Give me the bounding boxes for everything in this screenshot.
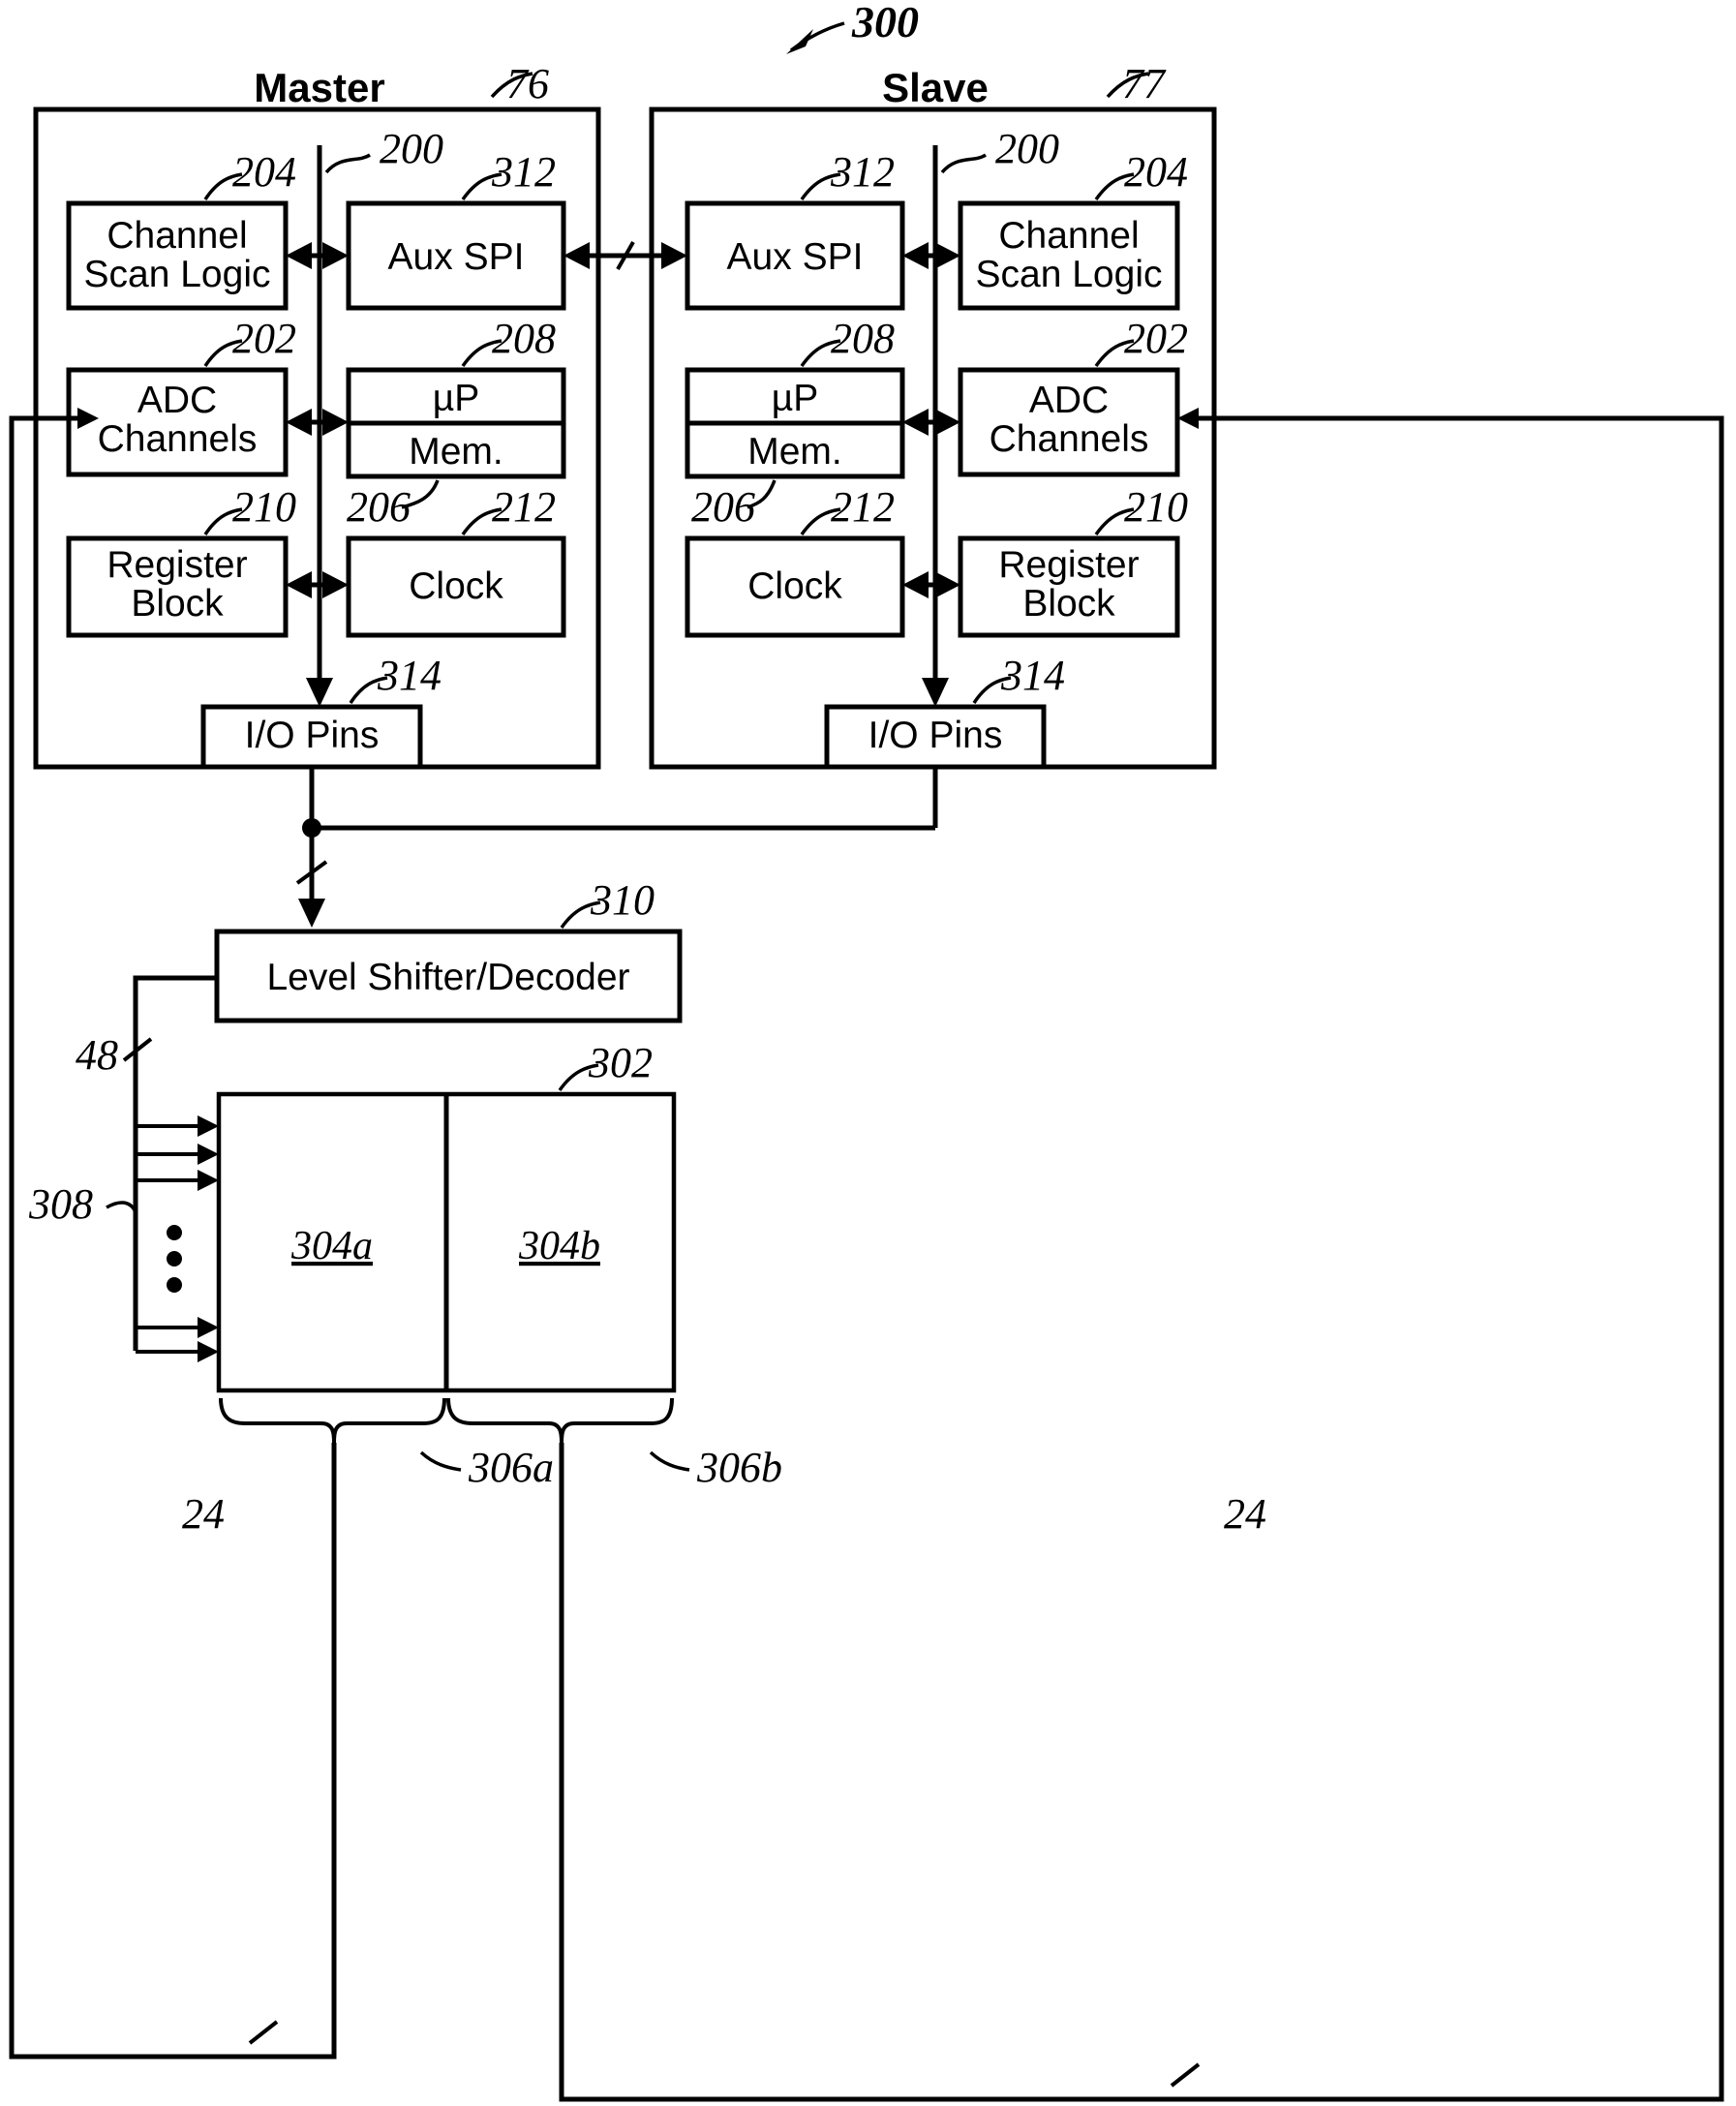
register-block-label-1-slave: Register [998,544,1139,586]
register-block-label-2: Block [131,583,224,625]
up-ref-slave: 208 [831,315,895,362]
aux-spi-label: Aux SPI [388,236,525,278]
bus-width-slash-24-right [1170,2062,1201,2088]
adc-channels-label-2: Channels [98,418,258,460]
adc-channels-label-2-slave: Channels [990,418,1149,460]
register-block-ref-slave: 210 [1124,483,1188,531]
master-bus-ref: 200 [380,125,443,172]
inter-chip-spi-link [563,241,687,270]
slave-io-pins: I/O Pins 314 [824,652,1065,770]
adc-channels-ref-slave: 202 [1124,315,1188,362]
channel-scan-logic-label-1-slave: Channel [998,215,1139,257]
master-io-pins: I/O Pins 314 [200,652,442,770]
channel-scan-logic-ref: 204 [232,148,296,196]
brace-306a-ref: 306a [468,1444,554,1491]
figure-number: 300 [851,0,919,46]
mem-ref-slave: 206 [691,483,755,531]
level-shifter-ref: 310 [590,876,655,924]
register-block-label-2-slave: Block [1022,583,1115,625]
arrow-slave-clock-reg [902,571,960,598]
ellipsis-dot-2 [167,1251,182,1267]
panel-region-left-ref: 304a [290,1224,373,1268]
master-channel-scan-logic: Channel Scan Logic 204 [66,148,296,311]
brace-306b-ref: 306b [696,1444,782,1491]
master-register-block: Register Block 210 [66,483,296,638]
slave-aux-spi: Aux SPI 312 [685,148,905,311]
sense-return-right: 24 [559,408,1724,2102]
adc-channels-ref: 202 [232,315,296,362]
slave-adc-channels: ADC Channels 202 [958,315,1188,477]
level-shifter-label: Level Shifter/Decoder [266,957,629,998]
panel-region-right-ref: 304b [518,1224,600,1268]
master-ref: 76 [506,60,549,107]
channel-scan-logic-ref-slave: 204 [1124,148,1188,196]
arrow-slave-auxspi-csl [902,242,960,269]
clock-ref: 212 [492,483,556,531]
ellipsis-dot-1 [167,1225,182,1240]
master-bus-ref-leader: 200 [324,125,443,174]
clock-ref-slave: 212 [831,483,895,531]
touch-panel: 304a 304b 302 [216,1039,677,1393]
slave-register-block: Register Block 210 [958,483,1188,638]
slave-heading: Slave [882,65,989,110]
up-ref: 208 [492,315,556,362]
sense-left-ref: 24 [182,1490,225,1538]
up-label-slave: µP [772,378,818,419]
arrow-slave-up-adc [902,409,960,436]
drive-lines-count: 48 [76,1031,118,1079]
slave-ref-leader: 77 [1106,60,1167,107]
up-label: µP [433,378,479,419]
adc-channels-label-1-slave: ADC [1029,380,1109,421]
drive-lines-bus: 48 308 [28,975,219,1362]
figure-number-group: 300 [786,0,919,54]
channel-scan-logic-label-2-slave: Scan Logic [976,254,1163,295]
drive-lines-ref: 308 [28,1180,93,1228]
io-pins-label-master: I/O Pins [245,715,380,756]
io-pins-label-slave: I/O Pins [868,715,1003,756]
bus-width-slash-24-left [248,2020,279,2045]
junction-dot [302,818,321,838]
aux-spi-ref: 312 [491,148,556,196]
brace-306a: 306a [219,1397,554,1491]
sense-right-ref: 24 [1224,1490,1266,1538]
slave-bus-ref-leader: 200 [940,125,1059,174]
master-bus-to-iopins [306,678,333,707]
mem-label-slave: Mem. [747,431,842,473]
slave-bus-to-iopins [922,678,949,707]
register-block-ref: 210 [232,483,296,531]
aux-spi-label-slave: Aux SPI [727,236,864,278]
adc-channels-label-1: ADC [137,380,217,421]
master-heading: Master [254,65,384,110]
slave-bus-ref: 200 [995,125,1059,172]
master-adc-channels: ADC Channels 202 [66,315,296,477]
channel-scan-logic-label-1: Channel [107,215,247,257]
clock-label-slave: Clock [747,565,842,607]
clock-label: Clock [409,565,503,607]
patent-figure-300: 300 Master 76 200 Channel Scan Logic 204… [0,0,1736,2106]
mem-ref: 206 [347,483,411,531]
mem-label: Mem. [409,431,503,473]
master-ref-leader: 76 [490,60,549,107]
io-pins-ref-master: 314 [377,652,442,699]
panel-ref: 302 [588,1039,653,1086]
aux-spi-ref-slave: 312 [830,148,895,196]
register-block-label-1: Register [107,544,247,586]
slave-ref: 77 [1122,60,1167,107]
io-pins-ref-slave: 314 [1000,652,1065,699]
ellipsis-dot-3 [167,1277,182,1293]
level-shifter-decoder: Level Shifter/Decoder 310 [214,876,683,1023]
channel-scan-logic-label-2: Scan Logic [84,254,271,295]
